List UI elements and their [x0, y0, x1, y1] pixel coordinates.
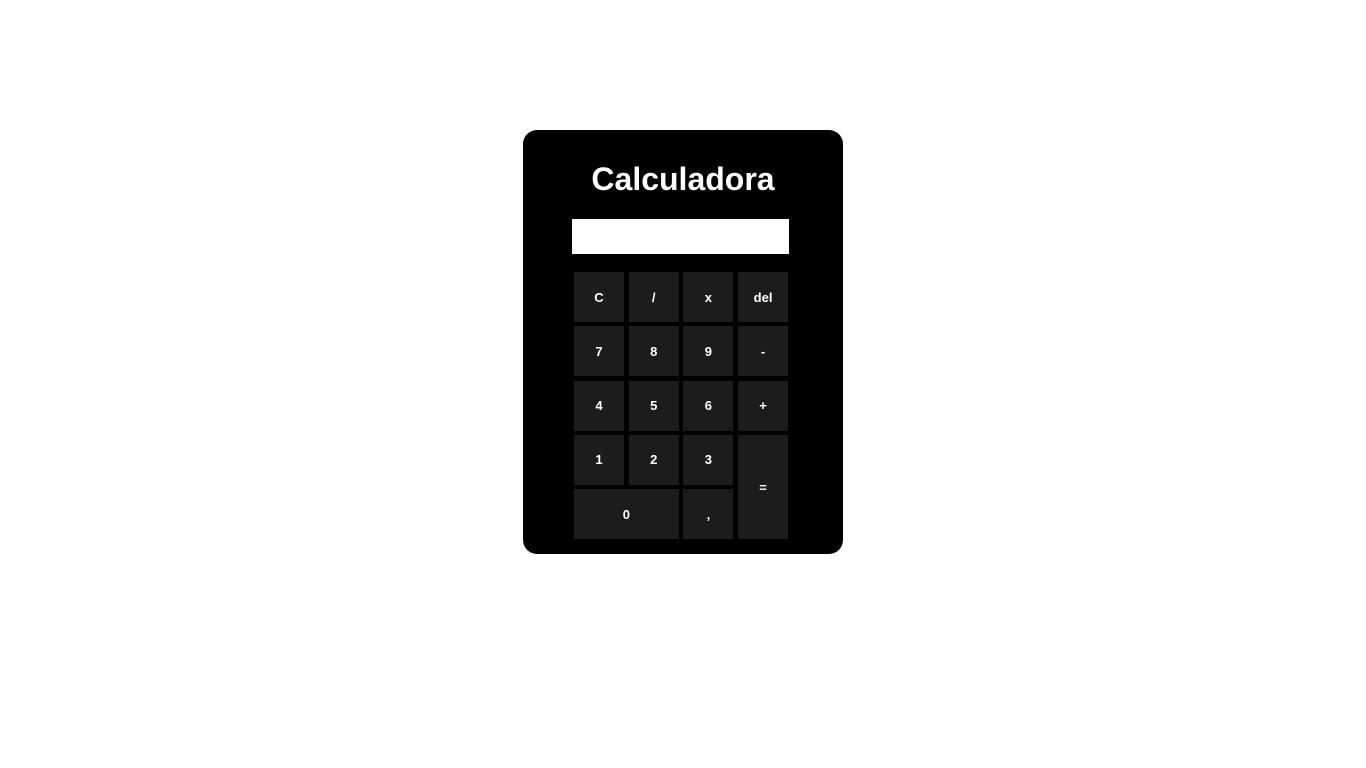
digit-1-button[interactable]: 1	[574, 434, 624, 485]
digit-8-button[interactable]: 8	[628, 326, 679, 377]
plus-button[interactable]: +	[738, 380, 789, 431]
digit-3-button[interactable]: 3	[683, 434, 734, 485]
minus-button[interactable]: -	[738, 326, 789, 377]
keypad: C / x del 7 8 9 - 4 5 6 + 1 2 3 = 0 ,	[574, 272, 790, 542]
digit-2-button[interactable]: 2	[628, 434, 679, 485]
digit-4-button[interactable]: 4	[574, 380, 624, 431]
comma-button[interactable]: ,	[683, 489, 734, 540]
digit-0-button[interactable]: 0	[574, 489, 679, 540]
digit-5-button[interactable]: 5	[628, 380, 679, 431]
equals-button[interactable]: =	[738, 434, 789, 540]
page-title: Calculadora	[591, 161, 775, 197]
digit-7-button[interactable]: 7	[574, 326, 624, 377]
digit-6-button[interactable]: 6	[683, 380, 734, 431]
digit-9-button[interactable]: 9	[683, 326, 734, 377]
divide-button[interactable]: /	[628, 272, 679, 322]
clear-button[interactable]: C	[574, 272, 624, 322]
multiply-button[interactable]: x	[683, 272, 734, 322]
display-input[interactable]	[572, 219, 789, 254]
delete-button[interactable]: del	[738, 272, 789, 322]
